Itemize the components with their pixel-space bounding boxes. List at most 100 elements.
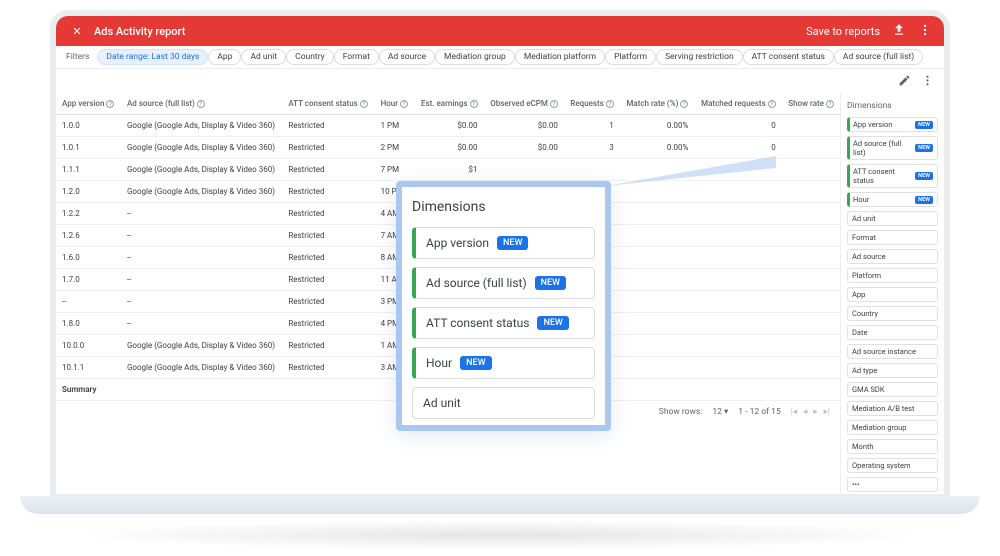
dimension-chip-large[interactable]: ATT consent statusNEW xyxy=(412,307,595,339)
dimension-chip[interactable]: GMA SDK xyxy=(847,382,938,397)
filter-chip-10[interactable]: ATT consent status xyxy=(743,49,834,65)
dimension-chip[interactable]: Format xyxy=(847,230,938,245)
dimension-chip[interactable]: Operating system xyxy=(847,458,938,473)
dimension-chip[interactable]: Mediation A/B test xyxy=(847,401,938,416)
filter-chip-6[interactable]: Mediation group xyxy=(435,49,515,65)
dimension-chip-large[interactable]: App versionNEW xyxy=(412,227,595,259)
col-header[interactable]: Hour? xyxy=(375,93,415,115)
help-icon[interactable]: ? xyxy=(106,100,114,108)
table-row: 1.1.1Google (Google Ads, Display & Video… xyxy=(56,159,840,181)
cell: Restricted xyxy=(282,291,374,313)
dimension-chip[interactable]: Platform xyxy=(847,268,938,283)
dimension-chip[interactable]: Ad unit xyxy=(847,211,938,226)
help-icon[interactable]: ? xyxy=(680,100,688,108)
cell: $0.00 xyxy=(414,137,483,159)
cell: -- xyxy=(121,269,282,291)
next-page-icon[interactable]: ▸ xyxy=(813,407,817,417)
cell xyxy=(620,335,695,357)
table-row: 1.0.1Google (Google Ads, Display & Video… xyxy=(56,137,840,159)
export-icon[interactable] xyxy=(892,23,906,40)
cell xyxy=(620,203,695,225)
table-more-icon[interactable] xyxy=(921,72,934,91)
help-icon[interactable]: ? xyxy=(360,100,368,108)
dimension-chip[interactable]: Date xyxy=(847,325,938,340)
cell: Restricted xyxy=(282,159,374,181)
col-header[interactable]: Matched requests? xyxy=(694,93,781,115)
dimension-chip-large[interactable]: Ad source (full list)NEW xyxy=(412,267,595,299)
cell: 1 xyxy=(564,115,620,137)
filter-chip-7[interactable]: Mediation platform xyxy=(515,49,605,65)
help-icon[interactable]: ? xyxy=(606,100,614,108)
prev-page-icon[interactable]: ◂ xyxy=(803,407,807,417)
filter-chip-1[interactable]: App xyxy=(208,49,241,65)
filter-chip-5[interactable]: Ad source xyxy=(379,49,435,65)
col-header[interactable]: Observed eCPM? xyxy=(484,93,564,115)
toolbar xyxy=(56,69,944,93)
dimension-chip[interactable]: App versionNEW xyxy=(847,117,938,132)
cell xyxy=(564,159,620,181)
filter-chip-0[interactable]: Date range: Last 30 days xyxy=(97,49,208,65)
dimension-chip[interactable]: App xyxy=(847,287,938,302)
help-icon[interactable]: ? xyxy=(197,100,205,108)
col-header[interactable]: ATT consent status? xyxy=(282,93,374,115)
filter-chip-2[interactable]: Ad unit xyxy=(241,49,286,65)
col-header[interactable]: Est. earnings? xyxy=(414,93,483,115)
help-icon[interactable]: ? xyxy=(400,100,408,108)
help-icon[interactable]: ? xyxy=(768,100,776,108)
help-icon[interactable]: ? xyxy=(550,100,558,108)
dimension-chip[interactable]: ••• xyxy=(847,477,938,492)
cell: 3 xyxy=(564,137,620,159)
cell: Google (Google Ads, Display & Video 360) xyxy=(121,357,282,379)
first-page-icon[interactable]: |◂ xyxy=(791,407,797,417)
dimensions-callout: Dimensions App versionNEWAd source (full… xyxy=(396,181,611,431)
col-header[interactable]: Requests? xyxy=(564,93,620,115)
cell xyxy=(620,159,695,181)
cell: 0.00% xyxy=(620,137,695,159)
edit-icon[interactable] xyxy=(898,72,911,91)
cell: Google (Google Ads, Display & Video 360) xyxy=(121,115,282,137)
cell: Restricted xyxy=(282,357,374,379)
cell: 10.1.1 xyxy=(56,357,121,379)
dimension-chip[interactable]: ATT consent statusNEW xyxy=(847,164,938,188)
col-header[interactable]: Ad source (full list)? xyxy=(121,93,282,115)
close-icon[interactable]: ✕ xyxy=(68,25,86,38)
cell: 1.0.1 xyxy=(56,137,121,159)
dimensions-panel: Dimensions App versionNEWAd source (full… xyxy=(840,93,944,500)
dimension-chip-large[interactable]: HourNEW xyxy=(412,347,595,379)
dimension-chip[interactable]: HourNEW xyxy=(847,192,938,207)
rows-per-page-select[interactable]: 12 ▾ xyxy=(712,407,728,417)
dimension-chip[interactable]: Month xyxy=(847,439,938,454)
cell: 0.00% xyxy=(620,115,695,137)
filter-chip-9[interactable]: Serving restriction xyxy=(656,49,743,65)
save-to-reports-button[interactable]: Save to reports xyxy=(806,25,880,38)
filter-chip-4[interactable]: Format xyxy=(334,49,379,65)
col-header[interactable]: Show rate? xyxy=(782,93,840,115)
filter-chip-8[interactable]: Platform xyxy=(605,49,656,65)
dimension-chip[interactable]: Country xyxy=(847,306,938,321)
dimension-chip-large[interactable]: Ad unit xyxy=(412,387,595,419)
more-icon[interactable] xyxy=(918,23,932,40)
dimension-chip[interactable]: Ad source xyxy=(847,249,938,264)
last-page-icon[interactable]: ▸| xyxy=(824,407,830,417)
help-icon[interactable]: ? xyxy=(826,100,834,108)
cell xyxy=(620,313,695,335)
col-header[interactable]: App version? xyxy=(56,93,121,115)
filter-chip-3[interactable]: Country xyxy=(286,49,334,65)
cell: 1.2.2 xyxy=(56,203,121,225)
col-header[interactable]: Match rate (%)? xyxy=(620,93,695,115)
cell xyxy=(694,269,781,291)
filter-bar: Filters Date range: Last 30 daysAppAd un… xyxy=(56,46,944,69)
filter-chip-11[interactable]: Ad source (full list) xyxy=(834,49,923,65)
help-icon[interactable]: ? xyxy=(470,100,478,108)
cell xyxy=(694,313,781,335)
cell xyxy=(694,181,781,203)
cell xyxy=(694,159,781,181)
dimension-chip[interactable]: Ad source instance xyxy=(847,344,938,359)
dimension-chip[interactable]: Ad source (full list)NEW xyxy=(847,136,938,160)
cell xyxy=(620,269,695,291)
cell: Restricted xyxy=(282,137,374,159)
dimension-chip[interactable]: Ad type xyxy=(847,363,938,378)
cell: $0.00 xyxy=(484,137,564,159)
cell: Restricted xyxy=(282,313,374,335)
dimension-chip[interactable]: Mediation group xyxy=(847,420,938,435)
